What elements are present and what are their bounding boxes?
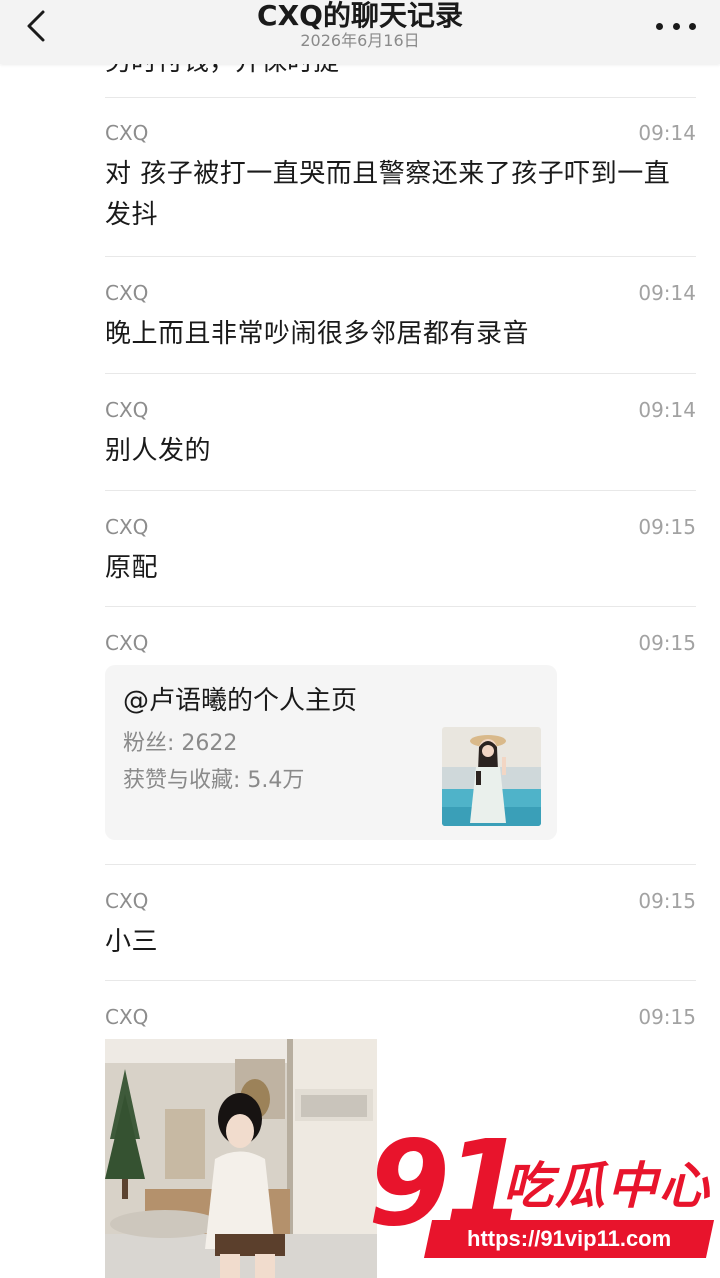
profile-likes-count: 获赞与收藏: 5.4万: [123, 768, 305, 793]
page-title: CXQ的聊天记录: [257, 0, 463, 32]
message-text: 别人发的: [105, 436, 212, 466]
message-item-photo[interactable]: CXQ 09:15: [105, 1004, 696, 1034]
more-options-button[interactable]: [656, 14, 696, 38]
message-text: 原配: [105, 553, 159, 583]
profile-fans-count: 粉丝: 2622: [123, 731, 238, 756]
message-item[interactable]: CXQ 09:14 晚上而且非常吵闹很多邻居都有录音: [105, 280, 696, 360]
message-time: 09:15: [638, 515, 696, 539]
message-time: 09:15: [638, 631, 696, 655]
message-time: 09:14: [638, 281, 696, 305]
divider: [105, 490, 696, 491]
message-sender: CXQ: [105, 1005, 149, 1029]
message-time: 09:14: [638, 121, 696, 145]
message-time: 09:15: [638, 1005, 696, 1029]
message-sender: CXQ: [105, 398, 149, 422]
profile-card-title: @卢语曦的个人主页: [123, 686, 358, 716]
divider: [105, 980, 696, 981]
profile-share-card[interactable]: @卢语曦的个人主页 粉丝: 2622 获赞与收藏: 5.4万: [105, 665, 557, 840]
divider: [105, 97, 696, 98]
message-time: 09:14: [638, 398, 696, 422]
watermark-chinese-text: 吃瓜中心: [503, 1157, 711, 1215]
message-item[interactable]: CXQ 09:14 对 孩子被打一直哭而且警察还来了孩子吓到一直发抖: [105, 120, 696, 240]
header-title-group: CXQ的聊天记录 2026年6月16日: [0, 0, 720, 51]
more-dot-icon: [689, 22, 696, 30]
message-item-card[interactable]: CXQ 09:15: [105, 630, 696, 660]
divider: [105, 373, 696, 374]
profile-thumbnail-image: [442, 727, 541, 826]
message-text: 小三: [105, 927, 159, 957]
watermark-url-badge: https://91vip11.com: [423, 1220, 715, 1258]
message-text: 晚上而且非常吵闹很多邻居都有录音: [105, 319, 530, 349]
more-dot-icon: [672, 22, 680, 30]
more-dot-icon: [656, 22, 663, 30]
chat-header: CXQ的聊天记录 2026年6月16日: [0, 0, 720, 64]
watermark-logo: 91 吃瓜中心 https://91vip11.com: [368, 1122, 720, 1272]
message-sender: CXQ: [105, 631, 149, 655]
message-item[interactable]: CXQ 09:15 小三: [105, 888, 696, 968]
message-item[interactable]: CXQ 09:14 别人发的: [105, 397, 696, 477]
divider: [105, 864, 696, 865]
page-subtitle-date: 2026年6月16日: [300, 31, 420, 50]
message-photo[interactable]: [105, 1039, 377, 1278]
message-text: 对 孩子被打一直哭而且警察还来了孩子吓到一直发抖: [105, 159, 671, 230]
message-sender: CXQ: [105, 121, 149, 145]
message-item[interactable]: CXQ 09:15 原配: [105, 514, 696, 594]
message-sender: CXQ: [105, 515, 149, 539]
message-sender: CXQ: [105, 281, 149, 305]
divider: [105, 606, 696, 607]
message-sender: CXQ: [105, 889, 149, 913]
message-time: 09:15: [638, 889, 696, 913]
divider: [105, 256, 696, 257]
watermark-url: https://91vip11.com: [466, 1226, 672, 1251]
